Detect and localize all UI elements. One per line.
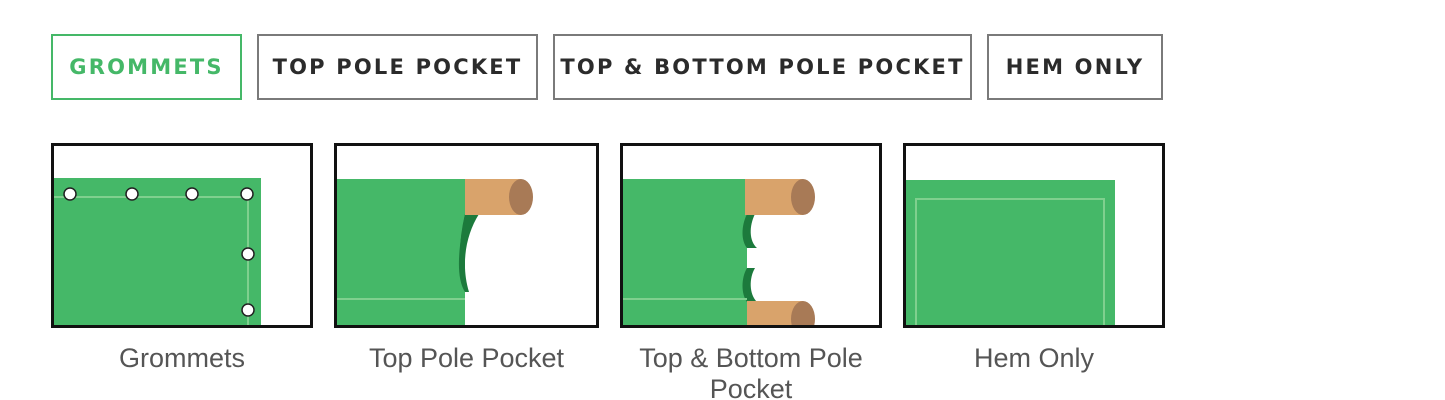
tab-hem-only[interactable]: HEM ONLY [987, 34, 1163, 100]
option-card-top-pole-pocket[interactable] [334, 143, 599, 328]
tab-top-bottom-pole-pocket[interactable]: TOP & BOTTOM POLE POCKET [553, 34, 972, 100]
tab-top-pole-pocket[interactable]: TOP POLE POCKET [257, 34, 538, 100]
top-bottom-pole-pocket-illustration [623, 179, 815, 325]
option-caption-hem-only: Hem Only [973, 343, 1095, 373]
tab-hem-only-label: HEM ONLY [1005, 55, 1145, 79]
hem-only-illustration [906, 180, 1115, 325]
finishing-options-panel: GROMMETS TOP POLE POCKET TOP & BOTTOM PO… [0, 0, 1445, 400]
option-caption-top-pole-pocket: Top Pole Pocket [368, 343, 565, 373]
tab-grommets-label: GROMMETS [69, 55, 224, 79]
tab-top-bottom-pole-pocket-label: TOP & BOTTOM POLE POCKET [560, 55, 965, 79]
option-card-grommets[interactable] [51, 143, 313, 328]
grommets-illustration [54, 178, 261, 325]
top-pole-pocket-illustration [337, 179, 533, 325]
tab-grommets[interactable]: GROMMETS [51, 34, 242, 100]
tab-top-pole-pocket-label: TOP POLE POCKET [272, 55, 523, 79]
option-caption-grommets: Grommets [118, 343, 245, 373]
option-caption-top-bottom-pole-pocket: Top & Bottom Pole Pocket [639, 343, 863, 400]
option-card-top-bottom-pole-pocket[interactable] [620, 143, 882, 328]
option-card-hem-only[interactable] [903, 143, 1165, 328]
